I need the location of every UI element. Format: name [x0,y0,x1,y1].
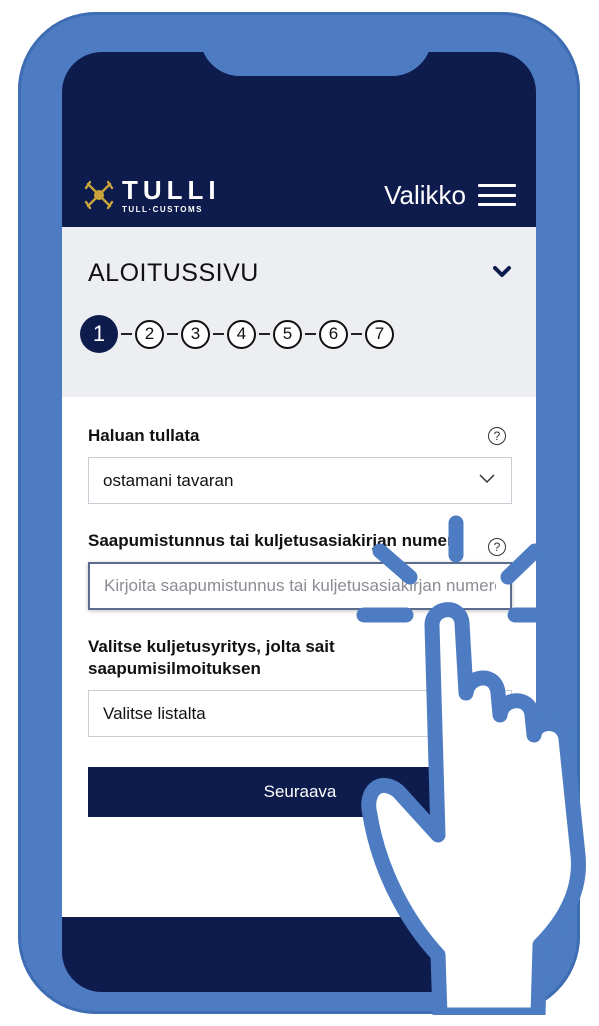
chevron-down-icon [479,474,495,484]
step-connector [351,333,362,335]
tulli-logo[interactable]: TULLI TULL·CUSTOMS [82,164,221,226]
hamburger-icon [478,184,516,206]
tap-hand-icon [356,515,586,1015]
menu-label: Valikko [384,179,466,210]
step-1[interactable]: 1 [80,315,118,353]
step-connector [213,333,224,335]
step-connector [121,333,132,335]
step-connector [305,333,316,335]
carrier-label: Valitse kuljetusyritys, jolta sait saapu… [88,637,335,678]
phone-notch [170,24,462,76]
chevron-down-icon[interactable] [492,265,512,279]
step-panel: ALOITUSSIVU 1 2 3 4 5 6 7 [62,227,536,397]
clearance-select[interactable]: ostamani tavaran [88,457,512,504]
clearance-label-row: Haluan tullata ? [88,425,512,447]
customs-emblem-icon [84,180,114,210]
app-header: TULLI TULL·CUSTOMS Valikko [62,164,536,226]
step-5[interactable]: 5 [273,319,302,349]
step-connector [259,333,270,335]
step-2[interactable]: 2 [135,319,164,349]
carrier-value: Valitse listalta [103,703,206,723]
step-connector [167,333,178,335]
logo-subtitle: TULL·CUSTOMS [122,204,203,214]
logo-title: TULLI [122,174,221,205]
clearance-value: ostamani tavaran [103,470,234,490]
step-3[interactable]: 3 [181,319,210,349]
help-icon[interactable]: ? [488,427,506,445]
menu-button[interactable]: Valikko [384,164,516,226]
clearance-label: Haluan tullata [88,426,200,445]
page-title: ALOITUSSIVU [88,259,259,287]
step-7[interactable]: 7 [365,319,394,349]
step-6[interactable]: 6 [319,319,348,349]
progress-stepper: 1 2 3 4 5 6 7 [80,315,394,353]
step-4[interactable]: 4 [227,319,256,349]
